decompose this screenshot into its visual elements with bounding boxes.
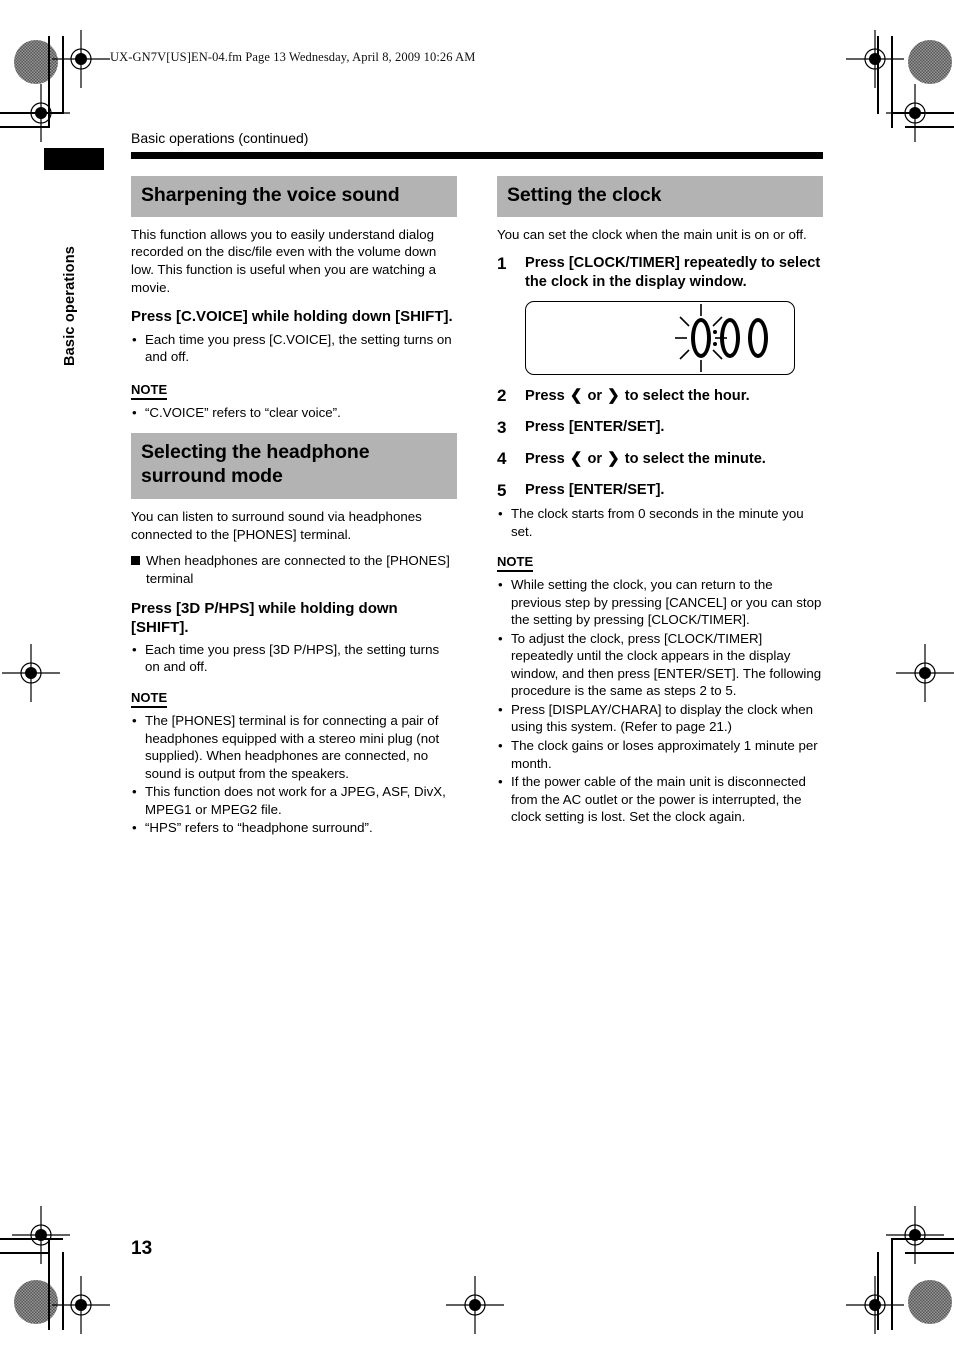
running-head: Basic operations (continued) [131, 130, 309, 146]
document-page: Basic operations (continued) Basic opera… [0, 0, 954, 1351]
step-number: 4 [497, 449, 507, 469]
step-3: 3 Press [ENTER/SET]. [497, 418, 823, 438]
right-column: Setting the clock You can set the clock … [497, 176, 823, 826]
section-heading-sharpening-voice: Sharpening the voice sound [131, 176, 457, 217]
chevron-left-icon: ❮ [569, 387, 583, 405]
section2-intro-paragraph: You can listen to surround sound via hea… [131, 508, 422, 542]
section1-bullet-list: Each time you press [C.VOICE], the setti… [131, 331, 457, 366]
clock-minute-digit-ones [748, 318, 768, 359]
section-heading-headphone-surround: Selecting the headphone surround mode [131, 433, 457, 499]
step-text: Press [ENTER/SET]. [525, 418, 665, 435]
side-tab-marker [44, 148, 104, 170]
chevron-right-icon: ❯ [607, 450, 620, 468]
section1-instruction: Press [C.VOICE] while holding down [SHIF… [131, 308, 453, 326]
step-text-or: or [587, 451, 603, 468]
step-4: 4 Press ❮ or ❯ to select the minute. [497, 449, 823, 469]
section1-note-list: “C.VOICE” refers to “clear voice”. [131, 404, 457, 422]
list-item: To adjust the clock, press [CLOCK/TIMER]… [497, 630, 823, 700]
list-item: Each time you press [3D P/HPS], the sett… [131, 641, 457, 676]
note-label: NOTE [497, 554, 534, 573]
section2-bullet-list: Each time you press [3D P/HPS], the sett… [131, 641, 457, 676]
step-text-or: or [587, 388, 603, 405]
section-heading-setting-clock: Setting the clock [497, 176, 823, 217]
left-column: Sharpening the voice sound This function… [131, 176, 457, 837]
chevron-left-icon: ❮ [569, 450, 583, 468]
header-rule [131, 152, 823, 159]
step-number: 5 [497, 480, 507, 500]
list-item: While setting the clock, you can return … [497, 576, 823, 629]
section1-intro-paragraph: This function allows you to easily under… [131, 226, 437, 295]
step-number: 1 [497, 254, 507, 274]
step-number: 3 [497, 417, 507, 437]
list-item: If the power cable of the main unit is d… [497, 773, 823, 826]
clock-minute-digit-tens [720, 318, 740, 359]
list-item: “HPS” refers to “headphone surround”. [131, 819, 457, 837]
note-label: NOTE [131, 382, 168, 400]
step-text-before: Press [525, 388, 565, 405]
clock-intro-paragraph: You can set the clock when the main unit… [497, 226, 807, 242]
step-5-bullet-list: The clock starts from 0 seconds in the m… [497, 505, 823, 540]
list-item: The clock gains or loses approximately 1… [497, 737, 823, 772]
side-tab-label: Basic operations [62, 245, 78, 366]
step-text: Press [CLOCK/TIMER] repeatedly to select… [525, 255, 821, 291]
step-text: Press ❮ or ❯ to select the hour. [525, 386, 823, 406]
section2-subheading-square: When headphones are connected to the [PH… [131, 552, 457, 587]
clock-colon [711, 318, 720, 358]
step-5: 5 Press [ENTER/SET]. [497, 481, 823, 501]
note-label: NOTE [131, 690, 168, 709]
list-item: The clock starts from 0 seconds in the m… [497, 505, 823, 540]
step-text-before: Press [525, 451, 565, 468]
list-item: “C.VOICE” refers to “clear voice”. [131, 404, 457, 422]
chevron-right-icon: ❯ [607, 387, 620, 405]
clock-hour-digit-blinking [675, 304, 727, 373]
list-item: This function does not work for a JPEG, … [131, 783, 457, 818]
step-number: 2 [497, 386, 507, 406]
section2-note-list: The [PHONES] terminal is for connecting … [131, 712, 457, 837]
step-text: Press [ENTER/SET]. [525, 481, 665, 498]
section2-instruction: Press [3D P/HPS] while holding down [SHI… [131, 599, 398, 636]
step-text-after: to select the minute. [624, 451, 766, 468]
clock-display-window-illustration [525, 301, 795, 376]
step-text: Press ❮ or ❯ to select the minute. [525, 449, 823, 469]
list-item: Each time you press [C.VOICE], the setti… [131, 331, 457, 366]
clock-note-list: While setting the clock, you can return … [497, 576, 823, 826]
page-number: 13 [131, 1238, 153, 1259]
step-text-after: to select the hour. [624, 388, 750, 405]
list-item: The [PHONES] terminal is for connecting … [131, 712, 457, 782]
step-2: 2 Press ❮ or ❯ to select the hour. [497, 386, 823, 406]
list-item: Press [DISPLAY/CHARA] to display the clo… [497, 701, 823, 736]
step-1: 1 Press [CLOCK/TIMER] repeatedly to sele… [497, 254, 823, 292]
clock-digits [675, 304, 768, 373]
